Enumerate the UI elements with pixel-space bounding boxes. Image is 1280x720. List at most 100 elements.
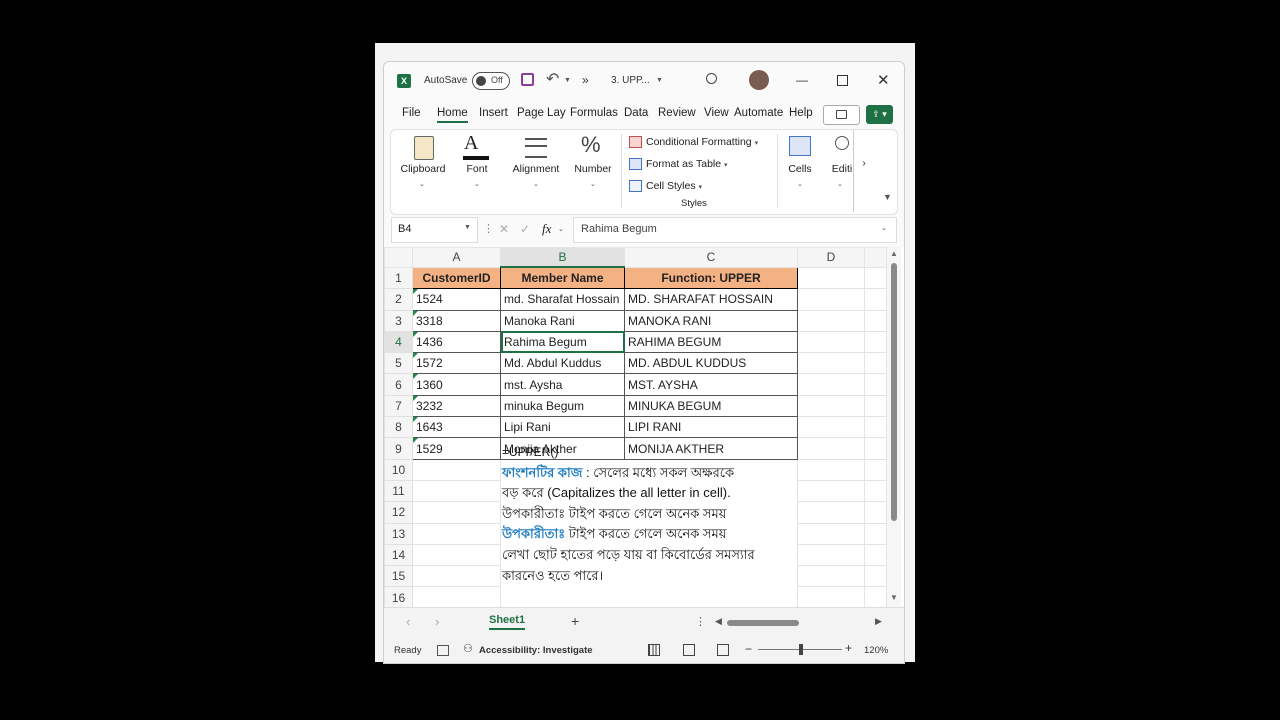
tab-view[interactable]: View <box>704 107 729 119</box>
cell[interactable] <box>864 394 887 418</box>
scroll-down-icon[interactable]: ▼ <box>890 593 898 602</box>
cell-member-name[interactable]: mst. Aysha <box>500 373 625 396</box>
more-commands-button[interactable]: » <box>582 73 589 87</box>
tab-options-icon[interactable]: ⋮ <box>695 615 706 628</box>
tab-file[interactable]: File <box>402 107 421 119</box>
row-header[interactable]: 12 <box>384 501 413 524</box>
close-icon[interactable]: ✕ <box>877 71 890 89</box>
maximize-icon[interactable] <box>837 75 848 86</box>
vertical-scrollbar[interactable]: ▲ ▼ <box>887 247 901 607</box>
cell[interactable] <box>864 288 887 311</box>
row-header[interactable]: 10 <box>384 458 413 481</box>
cell[interactable] <box>797 288 865 311</box>
prev-sheet-icon[interactable]: ‹ <box>406 614 410 629</box>
row-header[interactable]: 7 <box>384 394 413 418</box>
tab-formulas[interactable]: Formulas <box>570 107 618 119</box>
cell-upper-result[interactable]: MST. AYSHA <box>624 373 798 396</box>
tab-data[interactable]: Data <box>624 107 648 119</box>
tab-home[interactable]: Home <box>437 107 468 123</box>
confirm-entry-icon[interactable]: ✓ <box>520 222 530 236</box>
number-group-button[interactable]: % Number ⌄ <box>571 132 615 196</box>
format-as-table-button[interactable]: Format as Table ▾ <box>629 158 728 171</box>
tab-review[interactable]: Review <box>658 107 696 119</box>
row-header[interactable]: 1 <box>384 266 413 290</box>
sheet-tab-sheet1[interactable]: Sheet1 <box>489 614 526 630</box>
row-header[interactable]: 13 <box>384 522 413 545</box>
cell-styles-button[interactable]: Cell Styles ▾ <box>629 180 702 193</box>
cell-customer-id[interactable]: 1436 <box>412 330 501 354</box>
cell[interactable] <box>797 416 865 439</box>
fx-chevron-icon[interactable]: ⌄ <box>558 225 564 233</box>
file-name-chevron-icon[interactable]: ▼ <box>656 77 663 84</box>
cell-customer-id[interactable]: 1643 <box>412 416 501 439</box>
cells-group-button[interactable]: Cells ⌄ <box>785 136 815 196</box>
cell-customer-id[interactable]: 1360 <box>412 373 501 396</box>
row-header[interactable]: 3 <box>384 309 413 332</box>
cell[interactable] <box>864 437 887 460</box>
page-break-view-icon[interactable] <box>717 644 729 656</box>
select-all-corner[interactable] <box>384 247 413 268</box>
clipboard-group-button[interactable]: Clipboard ⌄ <box>397 136 449 196</box>
name-box[interactable]: B4 ▼ <box>391 217 478 243</box>
formula-input[interactable]: Rahima Begum ⌄ <box>573 217 897 243</box>
row-header[interactable]: 6 <box>384 373 413 396</box>
zoom-level[interactable]: 120% <box>864 645 888 656</box>
row-header[interactable]: 9 <box>384 437 413 460</box>
ribbon-expand-icon[interactable]: ▼ <box>883 192 892 202</box>
cell-customer-id[interactable]: 1529 <box>412 437 501 460</box>
cell[interactable] <box>797 330 865 354</box>
row-header[interactable]: 16 <box>384 586 413 609</box>
cell-customer-id[interactable]: 1524 <box>412 288 501 311</box>
active-cell-member-name[interactable]: Rahima Begum <box>500 330 625 354</box>
cell-member-name[interactable]: minuka Begum <box>500 394 625 418</box>
row-header[interactable]: 11 <box>384 479 413 503</box>
cell[interactable] <box>864 330 887 354</box>
tab-insert[interactable]: Insert <box>479 107 508 119</box>
tab-help[interactable]: Help <box>789 107 813 119</box>
cell[interactable] <box>797 373 865 396</box>
undo-icon[interactable]: ↶ <box>546 69 559 89</box>
column-header-b[interactable]: B <box>500 247 625 268</box>
cell[interactable] <box>797 394 865 418</box>
cell-customer-id[interactable]: 1572 <box>412 352 501 375</box>
cell-member-name[interactable]: Md. Abdul Kuddus <box>500 352 625 375</box>
tab-automate[interactable]: Automate <box>734 107 783 119</box>
normal-view-icon[interactable] <box>648 644 660 656</box>
undo-dropdown-icon[interactable]: ▼ <box>564 77 571 84</box>
scroll-up-icon[interactable]: ▲ <box>890 249 898 258</box>
zoom-out-icon[interactable]: − <box>745 642 752 656</box>
zoom-in-icon[interactable]: + <box>845 641 852 655</box>
add-sheet-button[interactable]: + <box>571 613 579 629</box>
row-header[interactable]: 14 <box>384 543 413 567</box>
cell-upper-result[interactable]: MD. ABDUL KUDDUS <box>624 352 798 375</box>
horizontal-scrollbar-thumb[interactable] <box>727 620 799 626</box>
page-layout-view-icon[interactable] <box>683 644 695 656</box>
row-header[interactable]: 4 <box>384 330 413 354</box>
row-header[interactable]: 5 <box>384 352 413 375</box>
next-sheet-icon[interactable]: › <box>435 614 439 629</box>
accessibility-icon[interactable]: ⚇ <box>463 642 473 655</box>
autosave-toggle[interactable]: Off <box>472 72 510 90</box>
cell[interactable] <box>864 309 887 332</box>
cell-member-name[interactable]: md. Sharafat Hossain <box>500 288 625 311</box>
cell-member-name[interactable]: Lipi Rani <box>500 416 625 439</box>
alignment-group-button[interactable]: Alignment ⌄ <box>508 136 564 196</box>
cell[interactable] <box>797 437 865 460</box>
cell[interactable] <box>864 352 887 375</box>
cell[interactable] <box>797 266 865 290</box>
share-button[interactable]: ⇪ ▾ <box>866 105 893 124</box>
cell[interactable] <box>864 266 887 290</box>
avatar[interactable] <box>749 70 769 90</box>
cell-upper-result[interactable]: LIPI RANI <box>624 416 798 439</box>
file-name[interactable]: 3. UPP... <box>611 75 650 86</box>
row-header[interactable]: 15 <box>384 565 413 588</box>
insert-function-button[interactable]: fx <box>542 221 551 237</box>
notes-block[interactable]: =UPPER() ফাংশনটির কাজ : সেলের মধ্যে সকল … <box>502 442 755 586</box>
header-cell-function-upper[interactable]: Function: UPPER <box>624 266 798 290</box>
cell-upper-result[interactable]: RAHIMA BEGUM <box>624 330 798 354</box>
column-header-d[interactable]: D <box>797 247 865 268</box>
macro-record-icon[interactable] <box>437 645 449 656</box>
cell-customer-id[interactable]: 3318 <box>412 309 501 332</box>
comments-button[interactable] <box>823 105 860 125</box>
scroll-left-icon[interactable]: ◀ <box>715 616 722 627</box>
